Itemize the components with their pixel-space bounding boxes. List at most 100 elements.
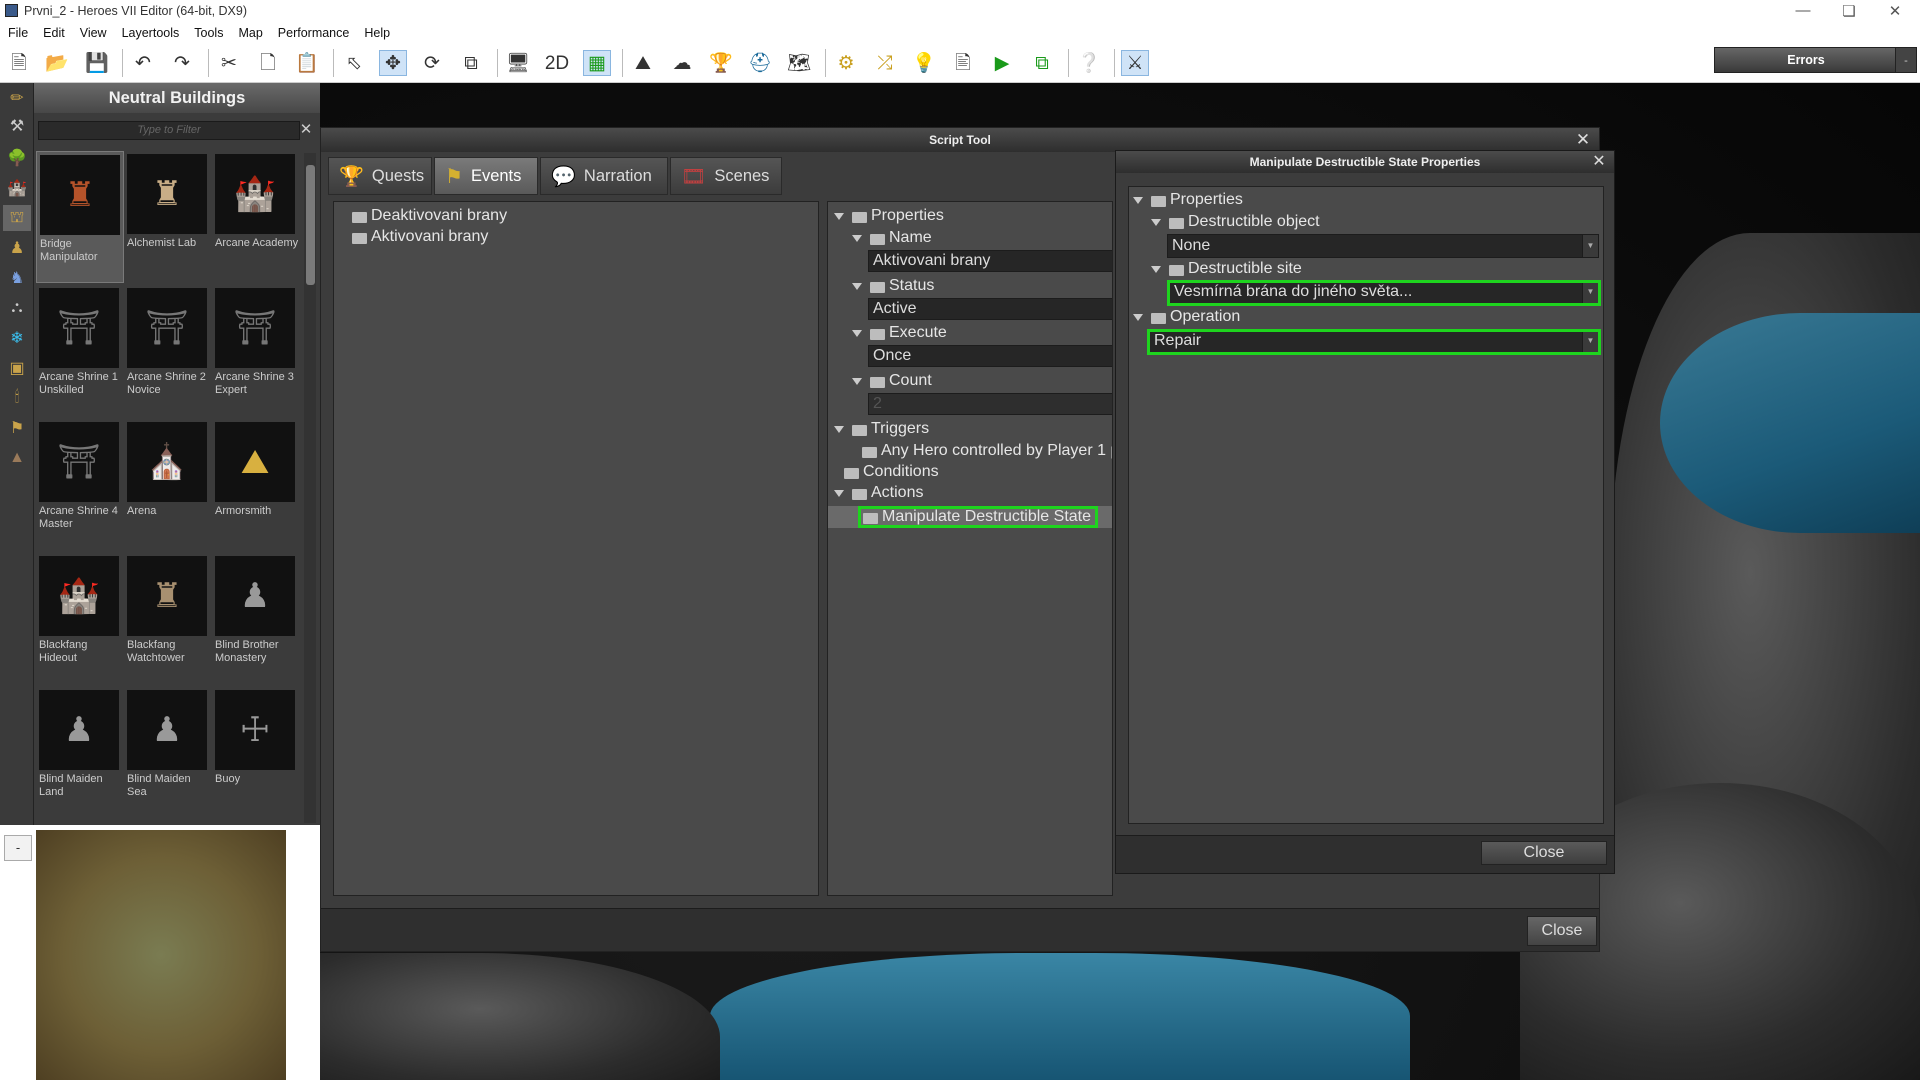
menu-help[interactable]: Help <box>356 23 397 43</box>
destructible-object-select[interactable]: None ▼ <box>1167 234 1599 258</box>
browser-item[interactable]: 🏰 Blackfang Hideout <box>36 553 124 685</box>
menu-performance[interactable]: Performance <box>270 23 357 43</box>
menu-tools[interactable]: Tools <box>186 23 230 43</box>
torch-icon[interactable]: 🕯 <box>3 385 31 411</box>
monitor-icon[interactable]: 🖥 <box>504 50 532 76</box>
crystal-icon[interactable]: ❄ <box>3 325 31 351</box>
close-button[interactable]: Close <box>1481 841 1607 865</box>
hero-icon[interactable]: ♟ <box>3 235 31 261</box>
decoration-icon[interactable]: ▲ <box>3 445 31 471</box>
undo-icon[interactable]: ↶ <box>129 50 157 76</box>
count-field[interactable]: 2 <box>868 393 1112 415</box>
tree-icon[interactable]: 🌳 <box>3 145 31 171</box>
rotate-icon[interactable]: ⟳ <box>418 50 446 76</box>
pickaxe-icon[interactable]: ⚒ <box>3 113 31 139</box>
banner-icon[interactable]: ⚑ <box>3 415 31 441</box>
trophy-icon[interactable]: 🏆 <box>707 50 735 76</box>
filter-input[interactable]: Type to Filter <box>38 121 300 140</box>
menu-edit[interactable]: Edit <box>35 23 72 43</box>
browser-item[interactable]: ♜ Blackfang Watchtower <box>124 553 212 685</box>
browser-item[interactable]: ♜ Bridge Manipulator <box>36 151 124 283</box>
tab-quests[interactable]: 🏆 Quests <box>328 157 432 195</box>
destructible-site-select[interactable]: Vesmírná brána do jiného světa... ▼ <box>1167 280 1601 306</box>
terrain-raise-icon[interactable]: ⛰ <box>629 50 657 76</box>
name-field[interactable]: Aktivovani brany <box>868 250 1112 272</box>
arrows-icon[interactable]: ⤮ <box>871 50 899 76</box>
chevron-down-icon[interactable]: ▼ <box>1582 283 1598 303</box>
close-icon[interactable]: ✕ <box>1571 129 1595 151</box>
menu-file[interactable]: File <box>0 23 35 43</box>
browser-item[interactable]: ⛰ Armorsmith <box>212 419 300 551</box>
expand-icon[interactable] <box>1151 265 1161 273</box>
chest-icon[interactable]: ▣ <box>3 355 31 381</box>
gears-icon[interactable]: ⚙ <box>832 50 860 76</box>
minimize-icon[interactable]: — <box>1780 2 1826 19</box>
browser-item[interactable]: ⛩ Arcane Shrine 2 Novice <box>124 285 212 417</box>
browser-item[interactable]: ♟ Blind Brother Monastery <box>212 553 300 685</box>
lightbulb-icon[interactable]: 💡 <box>910 50 938 76</box>
list-item[interactable]: Deaktivovani brany <box>352 207 507 225</box>
tree-node-triggers[interactable]: Triggers <box>834 420 929 438</box>
tree-node-actions[interactable]: Actions <box>834 484 923 502</box>
export-icon[interactable]: ⧉ <box>1028 50 1056 76</box>
browser-item[interactable]: 🏰 Arcane Academy <box>212 151 300 283</box>
tree-node-execute[interactable]: Execute <box>852 324 947 342</box>
scale-icon[interactable]: ⧉ <box>457 50 485 76</box>
copy-icon[interactable]: 🗋 <box>254 50 282 76</box>
errors-button[interactable]: Errors <box>1714 47 1898 73</box>
browser-item[interactable]: ⛩ Arcane Shrine 3 Expert <box>212 285 300 417</box>
select-icon[interactable]: ⬁ <box>340 50 368 76</box>
help-icon[interactable]: ❔ <box>1075 50 1103 76</box>
status-field[interactable]: Active <box>868 298 1112 320</box>
play-icon[interactable]: ▶ <box>988 50 1016 76</box>
expand-icon[interactable] <box>852 282 862 290</box>
expand-icon[interactable] <box>834 425 844 433</box>
chevron-down-icon[interactable]: ▼ <box>1582 235 1598 257</box>
terrain-paint-icon[interactable]: ☁ <box>668 50 696 76</box>
paste-icon[interactable]: 📋 <box>293 50 321 76</box>
expand-icon[interactable] <box>1133 196 1143 204</box>
artifact-icon[interactable]: ⛬ <box>3 295 31 321</box>
close-window-icon[interactable]: ✕ <box>1872 2 1918 20</box>
tree-node-operation[interactable]: Operation <box>1133 308 1240 326</box>
tree-node-status[interactable]: Status <box>852 277 934 295</box>
tree-node-destructible-site[interactable]: Destructible site <box>1151 260 1302 278</box>
tree-node-destructible-object[interactable]: Destructible object <box>1151 213 1320 231</box>
browser-item[interactable]: ☩ Buoy <box>212 687 300 819</box>
tree-node-conditions[interactable]: Conditions <box>844 463 939 481</box>
script-play-icon[interactable]: 🖹 <box>949 50 977 76</box>
cross-swords-icon[interactable]: ⚔ <box>1121 50 1149 76</box>
tree-node-properties[interactable]: Properties <box>1133 191 1243 209</box>
tree-node-count[interactable]: Count <box>852 372 932 390</box>
tab-narration[interactable]: 💬 Narration <box>540 157 668 195</box>
brush-icon[interactable]: ✏ <box>3 85 31 111</box>
scrollbar-thumb[interactable] <box>306 165 315 285</box>
grid-icon[interactable]: ▦ <box>583 50 611 76</box>
menu-map[interactable]: Map <box>230 23 269 43</box>
menu-layertools[interactable]: Layertools <box>114 23 187 43</box>
operation-select[interactable]: Repair ▼ <box>1147 329 1601 355</box>
tab-events[interactable]: ⚑ Events <box>434 157 538 195</box>
expand-icon[interactable] <box>852 377 862 385</box>
chevron-down-icon[interactable]: ▼ <box>1582 332 1598 352</box>
redo-icon[interactable]: ↷ <box>168 50 196 76</box>
browser-item[interactable]: ⛩ Arcane Shrine 4 Master <box>36 419 124 551</box>
browser-item[interactable]: ♜ Alchemist Lab <box>124 151 212 283</box>
expand-icon[interactable] <box>1133 313 1143 321</box>
tree-node-properties[interactable]: Properties <box>834 207 944 225</box>
expand-icon[interactable] <box>852 234 862 242</box>
move-icon[interactable]: ✥ <box>379 50 407 76</box>
close-icon[interactable]: ✕ <box>1587 151 1611 173</box>
expand-icon[interactable] <box>1151 218 1161 226</box>
tree-node-trigger-item[interactable]: Any Hero controlled by Player 1 p <box>862 442 1112 460</box>
creature-icon[interactable]: ♞ <box>3 265 31 291</box>
2d-view-icon[interactable]: 2D <box>543 50 571 76</box>
close-button[interactable]: Close <box>1527 916 1597 946</box>
tree-node-action-item[interactable]: Manipulate Destructible State <box>858 506 1098 528</box>
list-item[interactable]: Aktivovani brany <box>352 228 488 246</box>
open-folder-icon[interactable]: 📂 <box>43 50 71 76</box>
clear-filter-icon[interactable]: ✕ <box>296 120 316 140</box>
chevron-down-icon[interactable]: - <box>1895 47 1917 73</box>
restore-icon[interactable]: ❏ <box>1826 2 1872 20</box>
tree-node-name[interactable]: Name <box>852 229 932 247</box>
